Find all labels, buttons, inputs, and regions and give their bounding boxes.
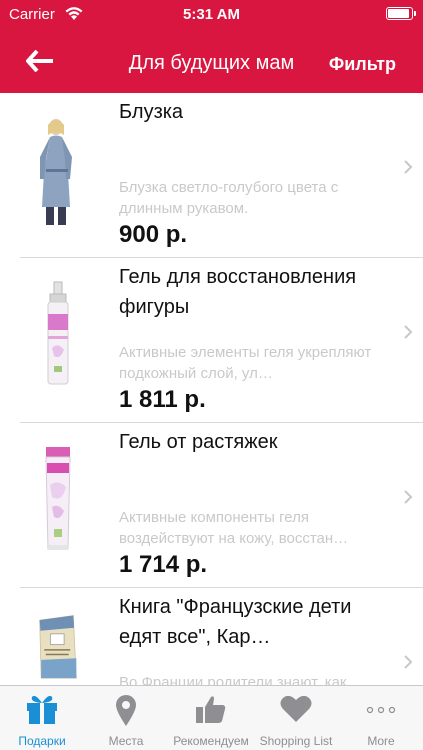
gift-icon: [27, 695, 57, 724]
product-image-gel-bottle: [47, 281, 69, 385]
product-price: 1 714 р.: [119, 551, 208, 578]
clock: 5:31 AM: [183, 6, 240, 23]
list-item[interactable]: Книга "Французские дети едят все", Кар… …: [0, 588, 423, 685]
chevron-right-icon: [404, 490, 413, 504]
heart-icon: [280, 695, 312, 722]
product-image-blouse: [40, 119, 72, 225]
product-price: 1 811 р.: [119, 386, 206, 413]
chevron-right-icon: [404, 655, 413, 669]
header: Carrier 5:31 AM Для будущих мам Фильтр: [0, 0, 423, 93]
list-item[interactable]: Блузка Блузка светло-голубого цвета с дл…: [0, 93, 423, 258]
tab-more[interactable]: More: [339, 686, 423, 750]
tab-gifts[interactable]: Подарки: [0, 686, 84, 750]
tab-shopping-list[interactable]: Shopping List: [254, 686, 338, 750]
battery-icon: [386, 7, 416, 20]
page-title-text: Для будущих мам: [128, 52, 295, 74]
product-price: 900 р.: [119, 221, 188, 248]
product-description: Активные компоненты геля воздействуют на…: [119, 509, 349, 547]
tab-label: More: [367, 734, 395, 748]
chevron-right-icon: [404, 160, 413, 174]
tab-recommend[interactable]: Рекомендуем: [169, 686, 253, 750]
tab-label: Рекомендуем: [173, 734, 249, 748]
product-list[interactable]: Блузка Блузка светло-голубого цвета с дл…: [0, 93, 423, 685]
location-pin-icon: [116, 695, 136, 726]
more-dots-icon: [366, 706, 396, 714]
list-item[interactable]: Гель от растяжек Активные компоненты гел…: [0, 423, 423, 588]
thumbs-up-icon: [196, 696, 226, 723]
chevron-right-icon: [404, 325, 413, 339]
filter-button[interactable]: Фильтр: [329, 54, 396, 75]
tab-label: Подарки: [18, 734, 66, 748]
status-bar: Carrier 5:31 AM: [0, 0, 423, 30]
tab-places[interactable]: Места: [84, 686, 168, 750]
tab-label: Места: [108, 734, 144, 748]
product-description: Во Франции родители знают, как…: [119, 674, 362, 685]
product-name: Гель от растяжек: [119, 431, 278, 453]
tab-label: Shopping List: [259, 734, 333, 748]
list-item[interactable]: Гель для восстановления фигуры Активные …: [0, 258, 423, 423]
product-image-gel-tube: [45, 447, 71, 550]
product-name: Гель для восстановления фигуры: [119, 266, 357, 318]
tab-bar: Подарки Места Рекомендуем Shopping List …: [0, 685, 423, 750]
product-description: Активные элементы геля укрепляют подкожн…: [119, 344, 372, 382]
navigation-bar: Для будущих мам Фильтр: [0, 30, 423, 93]
product-image-book: [39, 615, 77, 679]
product-name: Книга "Французские дети едят все", Кар…: [119, 596, 352, 648]
product-name: Блузка: [119, 101, 184, 123]
product-description: Блузка светло-голубого цвета с длинным р…: [119, 179, 339, 217]
